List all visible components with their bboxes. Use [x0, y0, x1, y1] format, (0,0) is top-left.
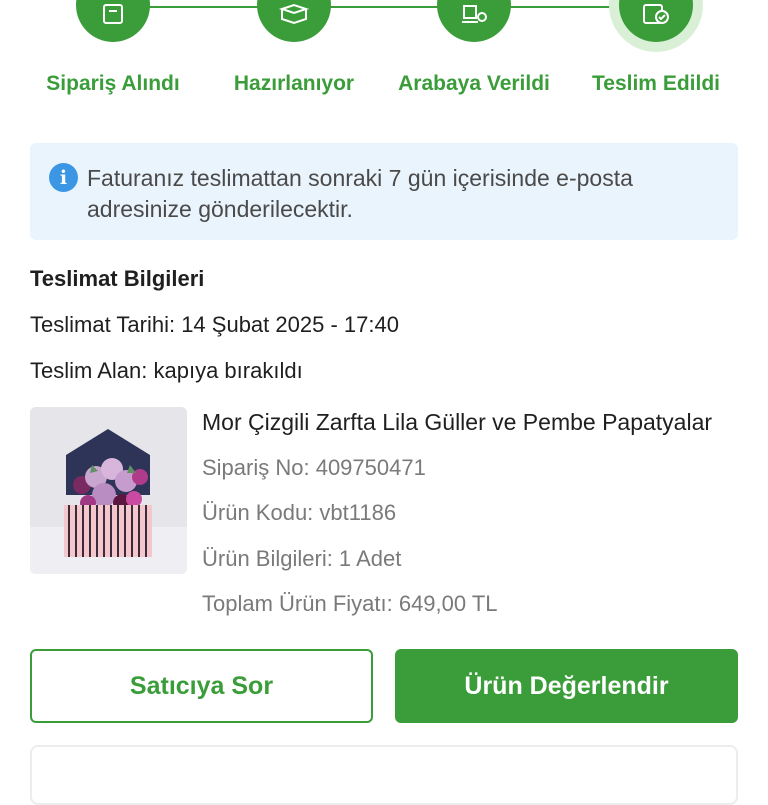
order-number: Sipariş No: 409750471 [202, 455, 426, 480]
delivery-receiver: Teslim Alan: kapıya bırakıldı [30, 358, 303, 383]
step-label-hazirlaniyor: Hazırlanıyor [233, 72, 355, 95]
step-circle-teslim-edildi [619, 0, 693, 42]
rate-product-button[interactable]: Ürün Değerlendir [395, 649, 738, 723]
box-icon [278, 3, 310, 25]
step-label-arabaya-verildi: Arabaya Verildi [398, 72, 550, 95]
stepper-line [140, 6, 260, 8]
step-label-siparis-alindi: Sipariş Alındı [46, 72, 180, 95]
product-code: Ürün Kodu: vbt1186 [202, 500, 397, 525]
stepper-line [320, 6, 440, 8]
delivery-info-heading: Teslimat Bilgileri [30, 266, 205, 291]
order-status-stepper: Sipariş Alındı Hazırlanıyor Arabaya Veri… [0, 0, 768, 110]
invoice-info-text: Faturanız teslimattan sonraki 7 gün içer… [87, 165, 633, 222]
delivery-date: Teslimat Tarihi: 14 Şubat 2025 - 17:40 [30, 312, 399, 337]
receipt-icon [103, 4, 123, 24]
step-label-teslim-edildi: Teslim Edildi [592, 72, 720, 95]
product-image[interactable] [30, 407, 187, 574]
info-icon: i [49, 163, 78, 192]
total-price: Toplam Ürün Fiyatı: 649,00 TL [202, 591, 498, 616]
product-info: Ürün Bilgileri: 1 Adet [202, 546, 402, 571]
invoice-info-banner: i Faturanız teslimattan sonraki 7 gün iç… [30, 143, 738, 240]
step-circle-hazirlaniyor [257, 0, 331, 42]
step-circle-siparis-alindi [76, 0, 150, 42]
delivery-icon [462, 5, 487, 23]
next-card [30, 745, 738, 805]
product-title[interactable]: Mor Çizgili Zarfta Lila Güller ve Pembe … [202, 409, 712, 436]
ask-seller-button[interactable]: Satıcıya Sor [30, 649, 373, 723]
delivered-check-icon [643, 4, 669, 24]
stepper-line [500, 6, 620, 8]
step-circle-arabaya-verildi [437, 0, 511, 42]
